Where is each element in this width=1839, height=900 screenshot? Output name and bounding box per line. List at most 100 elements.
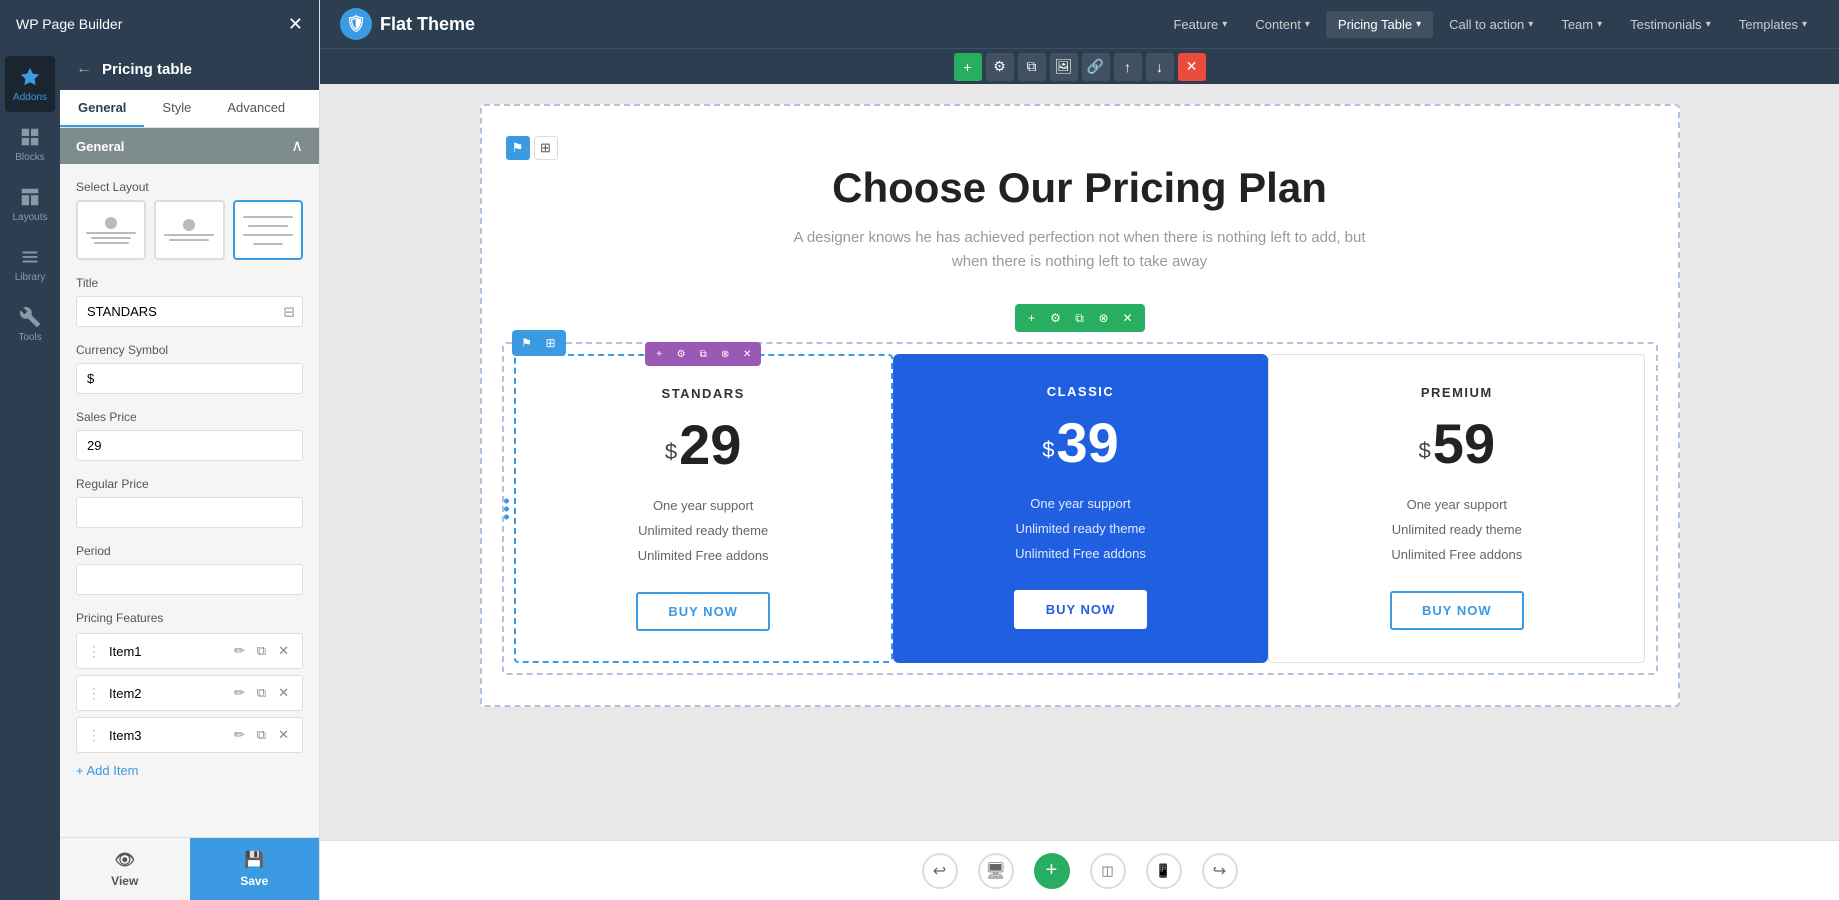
period-input[interactable] xyxy=(76,564,303,595)
price-amount-premium: 59 xyxy=(1433,416,1495,472)
logo-icon: 🛡 xyxy=(340,8,372,40)
feature-classic-2: Unlimited ready theme xyxy=(913,516,1248,541)
desktop-view-button[interactable]: 🖥 xyxy=(978,853,1014,889)
row-grid-icon[interactable]: ⊞ xyxy=(540,332,562,354)
section-settings-icon[interactable]: ⚙ xyxy=(1045,307,1067,329)
back-button[interactable]: ← xyxy=(76,60,92,78)
close-icon[interactable]: ✕ xyxy=(288,14,303,35)
pricing-card-classic[interactable]: CLASSIC $ 39 One year support Unlimited … xyxy=(893,354,1268,663)
pricing-cards: + ⚙ ⧉ ⊗ ✕ STANDARS xyxy=(514,354,1646,663)
chevron-down-icon: ▾ xyxy=(1802,19,1807,30)
pricing-card-standars[interactable]: + ⚙ ⧉ ⊗ ✕ STANDARS xyxy=(514,354,893,663)
col-settings-icon[interactable]: ⚙ xyxy=(671,344,691,364)
feature-premium-3: Unlimited Free addons xyxy=(1289,542,1624,567)
add-section-icon[interactable]: + xyxy=(1021,307,1043,329)
drag-handle-icon[interactable]: ⋮ xyxy=(87,685,101,702)
feature-edit-button-3[interactable]: ✏ xyxy=(231,725,248,745)
nav-pricing-table[interactable]: Pricing Table ▾ xyxy=(1326,11,1433,38)
sales-price-input[interactable] xyxy=(76,430,303,461)
regular-price-group: Regular Price xyxy=(76,477,303,528)
buy-button-classic[interactable]: BUY NOW xyxy=(1014,590,1148,629)
pricing-header: Choose Our Pricing Plan A designer knows… xyxy=(502,164,1658,274)
sales-price-group: Sales Price xyxy=(76,410,303,461)
section-copy-icon[interactable]: ⧉ xyxy=(1069,307,1091,329)
move-up-button[interactable]: ↑ xyxy=(1114,53,1142,81)
view-button[interactable]: 👁 View xyxy=(60,838,190,900)
card-features-standars: One year support Unlimited ready theme U… xyxy=(536,493,871,568)
delete-block-button[interactable]: ✕ xyxy=(1178,53,1206,81)
sidebar-header: WP Page Builder ✕ xyxy=(0,0,319,48)
sidebar-item-addons[interactable]: Addons xyxy=(5,56,55,112)
period-label: Period xyxy=(76,544,303,558)
pricing-card-premium[interactable]: PREMIUM $ 59 One year support Unlimited … xyxy=(1268,354,1645,663)
regular-price-input[interactable] xyxy=(76,497,303,528)
buy-button-standars[interactable]: BUY NOW xyxy=(636,592,770,631)
nav-call-to-action[interactable]: Call to action ▾ xyxy=(1437,11,1545,38)
chevron-down-icon: ▾ xyxy=(1528,19,1533,30)
settings-button[interactable]: ⚙ xyxy=(986,53,1014,81)
feature-classic-1: One year support xyxy=(913,491,1248,516)
sidebar-item-layouts[interactable]: Layouts xyxy=(5,176,55,232)
chevron-down-icon: ▾ xyxy=(1416,19,1421,30)
price-currency-classic: $ xyxy=(1042,437,1054,463)
sidebar-item-blocks[interactable]: Blocks xyxy=(5,116,55,172)
mobile-view-button[interactable]: 📱 xyxy=(1146,853,1182,889)
layout-option-3[interactable] xyxy=(233,200,303,260)
card-resize-handle[interactable] xyxy=(504,498,509,519)
col-add-icon[interactable]: + xyxy=(649,344,669,364)
move-down-button[interactable]: ↓ xyxy=(1146,53,1174,81)
currency-symbol-input[interactable] xyxy=(76,363,303,394)
feature-premium-1: One year support xyxy=(1289,492,1624,517)
title-input[interactable] xyxy=(76,296,303,327)
image-button[interactable]: 🖼 xyxy=(1050,53,1078,81)
add-section-button[interactable]: + xyxy=(1034,853,1070,889)
layout-option-1[interactable] xyxy=(76,200,146,260)
card-features-premium: One year support Unlimited ready theme U… xyxy=(1289,492,1624,567)
pricing-features-label: Pricing Features xyxy=(76,611,303,625)
copy-button[interactable]: ⧉ xyxy=(1018,53,1046,81)
add-block-button[interactable]: + xyxy=(954,53,982,81)
canvas-inner: ⚑ ⊞ Choose Our Pricing Plan A designer k… xyxy=(480,104,1680,707)
feature-copy-button-3[interactable]: ⧉ xyxy=(254,725,269,745)
nav-content[interactable]: Content ▾ xyxy=(1243,11,1322,38)
nav-testimonials[interactable]: Testimonials ▾ xyxy=(1618,11,1723,38)
nav-templates[interactable]: Templates ▾ xyxy=(1727,11,1819,38)
tablet-view-button[interactable]: ◫ xyxy=(1090,853,1126,889)
layout-option-2[interactable] xyxy=(154,200,224,260)
feature-delete-button-1[interactable]: ✕ xyxy=(275,641,292,661)
redo-button[interactable]: ↪ xyxy=(1202,853,1238,889)
feature-copy-button-1[interactable]: ⧉ xyxy=(254,641,269,661)
feature-standars-1: One year support xyxy=(536,493,871,518)
feature-classic-3: Unlimited Free addons xyxy=(913,541,1248,566)
section-edit-icon[interactable]: ⊞ xyxy=(534,136,558,160)
tab-general[interactable]: General xyxy=(60,90,144,127)
sidebar-item-library[interactable]: Library xyxy=(5,236,55,292)
col-delete-icon[interactable]: ✕ xyxy=(737,344,757,364)
layout-select-group: Select Layout xyxy=(76,180,303,260)
panel-header: ← Pricing table xyxy=(60,48,319,90)
drag-handle-icon[interactable]: ⋮ xyxy=(87,727,101,744)
section-toggle-button[interactable]: ∧ xyxy=(291,136,303,156)
section-link-icon[interactable]: ⊗ xyxy=(1093,307,1115,329)
buy-button-premium[interactable]: BUY NOW xyxy=(1390,591,1524,630)
col-copy-icon[interactable]: ⧉ xyxy=(693,344,713,364)
feature-edit-button-2[interactable]: ✏ xyxy=(231,683,248,703)
currency-symbol-label: Currency Symbol xyxy=(76,343,303,357)
drag-handle-icon[interactable]: ⋮ xyxy=(87,643,101,660)
feature-delete-button-3[interactable]: ✕ xyxy=(275,725,292,745)
feature-edit-button-1[interactable]: ✏ xyxy=(231,641,248,661)
tab-advanced[interactable]: Advanced xyxy=(209,90,303,127)
sidebar-item-tools[interactable]: Tools xyxy=(5,296,55,352)
save-button[interactable]: 💾 Save xyxy=(190,838,320,900)
col-link-icon[interactable]: ⊗ xyxy=(715,344,735,364)
link-button[interactable]: 🔗 xyxy=(1082,53,1110,81)
nav-team[interactable]: Team ▾ xyxy=(1549,11,1614,38)
card-title-premium: PREMIUM xyxy=(1289,385,1624,400)
tab-style[interactable]: Style xyxy=(144,90,209,127)
add-item-button[interactable]: + Add Item xyxy=(76,759,139,782)
feature-delete-button-2[interactable]: ✕ xyxy=(275,683,292,703)
nav-feature[interactable]: Feature ▾ xyxy=(1161,11,1239,38)
section-delete-icon[interactable]: ✕ xyxy=(1117,307,1139,329)
feature-copy-button-2[interactable]: ⧉ xyxy=(254,683,269,703)
undo-button[interactable]: ↩ xyxy=(922,853,958,889)
